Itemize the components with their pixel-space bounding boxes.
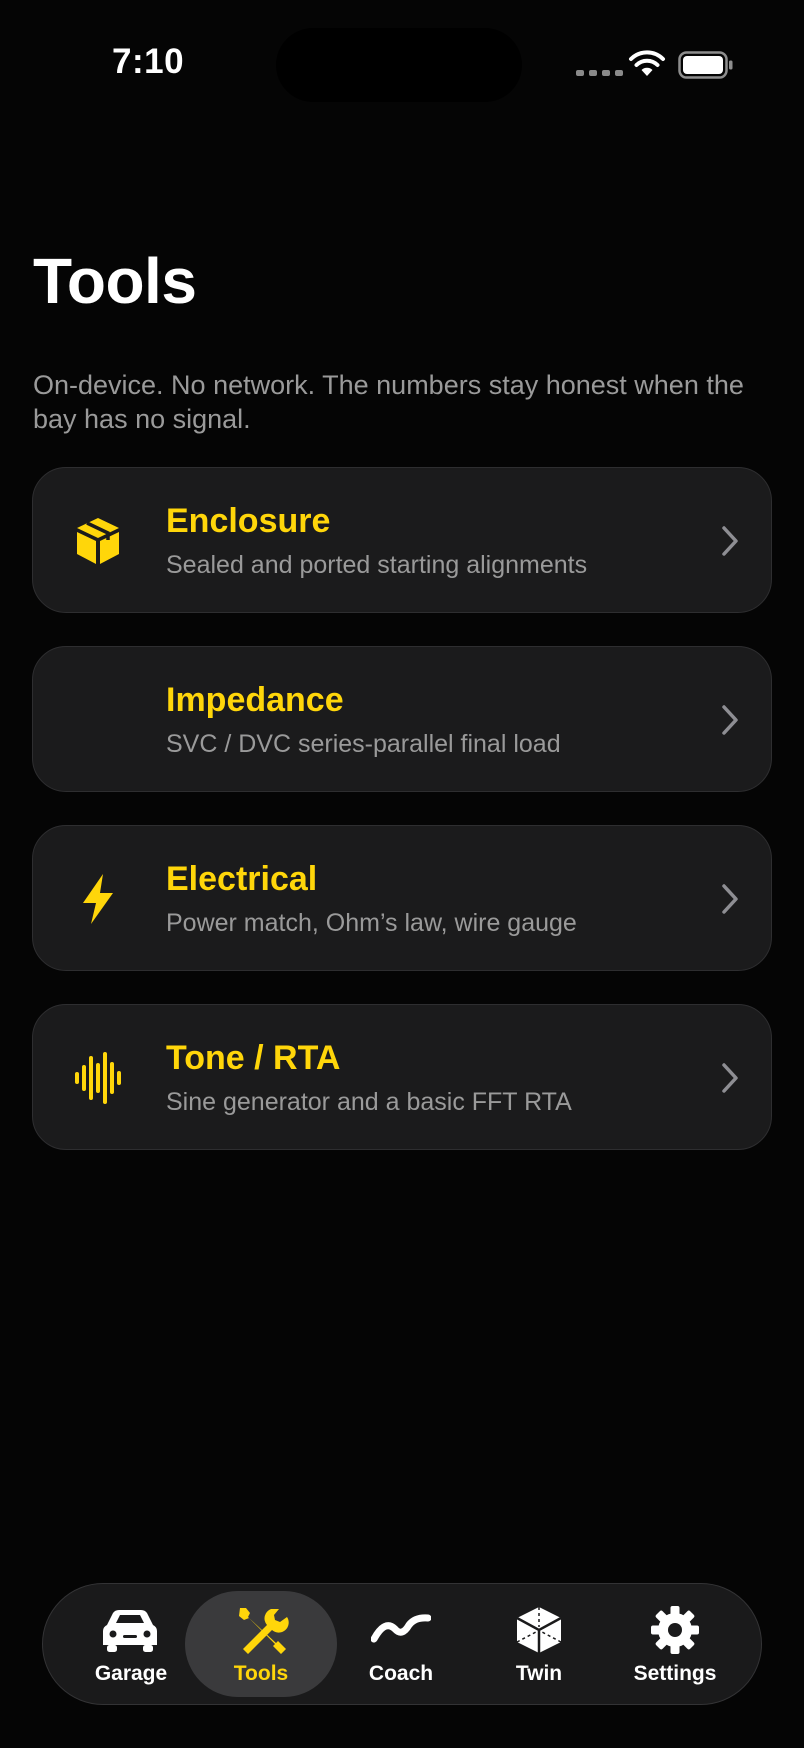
gear-icon	[651, 1606, 699, 1654]
cube-icon	[516, 1607, 562, 1653]
tool-title: Enclosure	[166, 502, 331, 540]
tab-label: Tools	[233, 1662, 289, 1685]
tool-card-impedance[interactable]: Impedance SVC / DVC series-parallel fina…	[32, 646, 772, 792]
tool-description: Power match, Ohm’s law, wire gauge	[166, 909, 577, 937]
tool-title: Electrical	[166, 860, 318, 898]
tool-description: Sealed and ported starting alignments	[166, 551, 588, 579]
dynamic-island	[276, 28, 522, 102]
car-icon	[103, 1610, 157, 1652]
battery-icon	[678, 51, 733, 79]
tool-title: Impedance	[166, 681, 344, 719]
chevron-right-icon	[722, 705, 738, 735]
page-subtitle: On-device. No network. The numbers stay …	[33, 370, 744, 434]
box-icon	[77, 518, 119, 564]
tool-title: Tone / RTA	[166, 1039, 341, 1077]
cellular-signal-icon	[576, 70, 623, 76]
status-time: 7:10	[112, 42, 185, 81]
tab-label: Settings	[633, 1662, 717, 1685]
signature-wave-icon	[371, 1614, 431, 1643]
chevron-right-icon	[722, 1063, 738, 1093]
waveform-icon	[75, 1052, 121, 1104]
tab-tools[interactable]: Tools	[185, 1591, 337, 1697]
tab-bar: Garage Tools Coach Twin Settings	[42, 1583, 762, 1705]
status-bar: 7:10	[0, 0, 804, 130]
tab-twin[interactable]: Twin	[463, 1591, 615, 1697]
chevron-right-icon	[722, 884, 738, 914]
tool-description: SVC / DVC series-parallel final load	[166, 730, 561, 758]
tab-settings[interactable]: Settings	[599, 1591, 751, 1697]
tool-card-electrical[interactable]: Electrical Power match, Ohm’s law, wire …	[32, 825, 772, 971]
tab-label: Twin	[515, 1662, 563, 1685]
wifi-icon	[629, 50, 665, 76]
tab-label: Coach	[368, 1662, 434, 1685]
page-title: Tools	[33, 245, 197, 317]
tool-list: Enclosure Sealed and ported starting ali…	[32, 467, 772, 1183]
tab-coach[interactable]: Coach	[325, 1591, 477, 1697]
wrench-screwdriver-icon	[239, 1608, 289, 1654]
bolt-icon	[83, 874, 113, 924]
chevron-right-icon	[722, 526, 738, 556]
tool-card-enclosure[interactable]: Enclosure Sealed and ported starting ali…	[32, 467, 772, 613]
tool-card-tone-rta[interactable]: Tone / RTA Sine generator and a basic FF…	[32, 1004, 772, 1150]
tool-description: Sine generator and a basic FFT RTA	[166, 1088, 572, 1116]
